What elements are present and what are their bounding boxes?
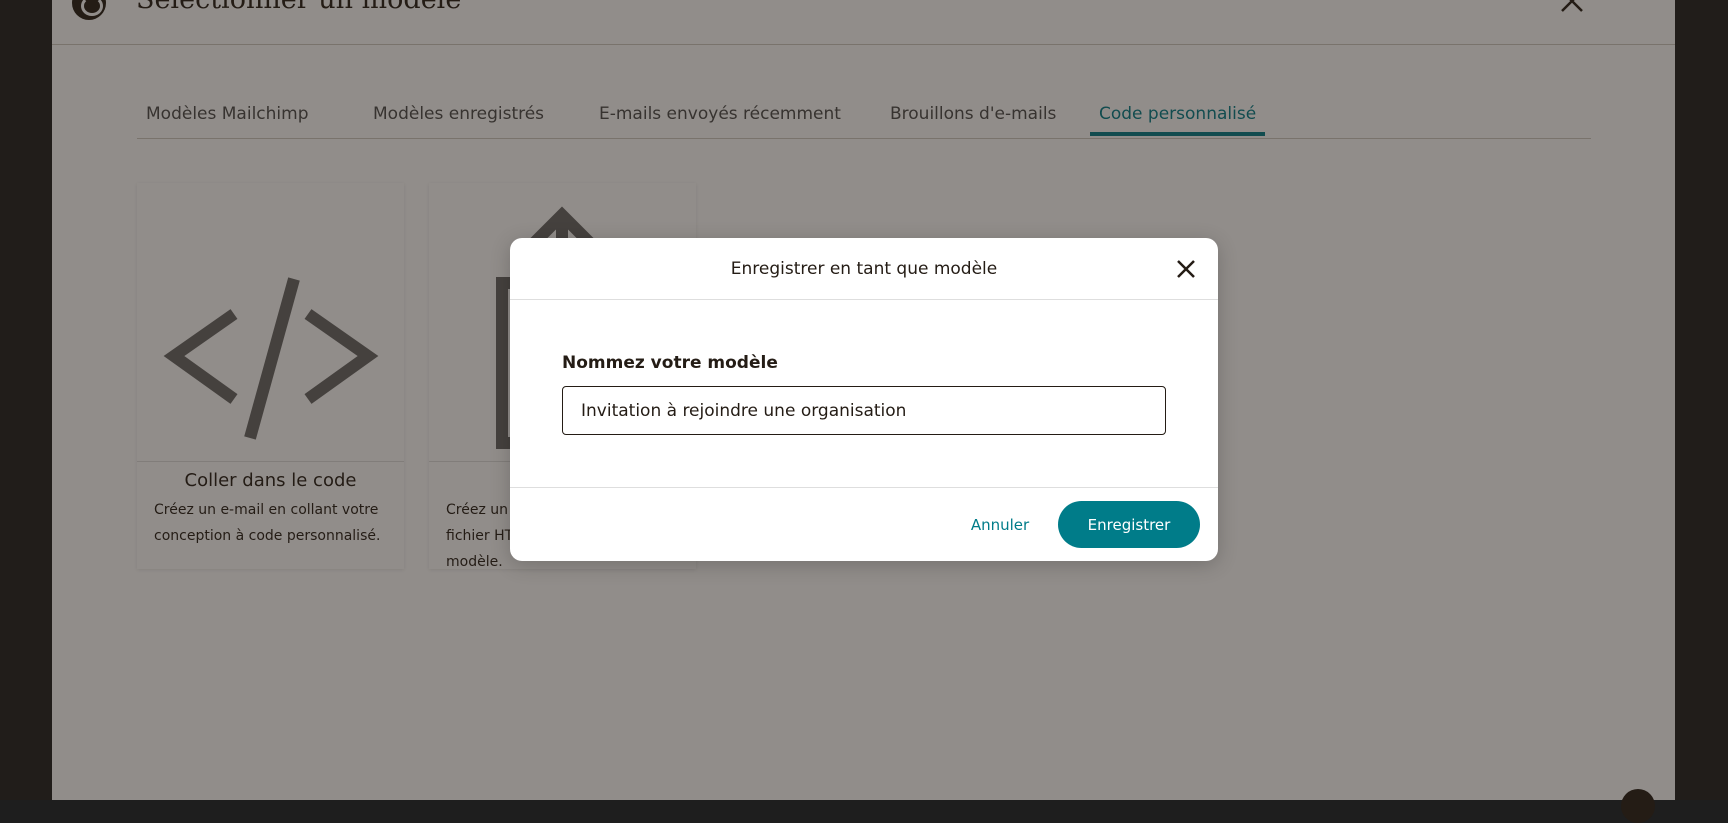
template-name-label: Nommez votre modèle bbox=[562, 353, 778, 373]
template-name-input[interactable] bbox=[562, 386, 1166, 435]
dialog-header: Enregistrer en tant que modèle bbox=[510, 238, 1218, 300]
dialog-footer: Annuler Enregistrer bbox=[510, 487, 1218, 561]
close-icon[interactable] bbox=[1174, 257, 1198, 281]
save-template-dialog: Enregistrer en tant que modèle Nommez vo… bbox=[510, 238, 1218, 561]
save-button[interactable]: Enregistrer bbox=[1058, 501, 1200, 548]
cancel-button[interactable]: Annuler bbox=[930, 501, 1070, 548]
dialog-title: Enregistrer en tant que modèle bbox=[730, 259, 998, 279]
